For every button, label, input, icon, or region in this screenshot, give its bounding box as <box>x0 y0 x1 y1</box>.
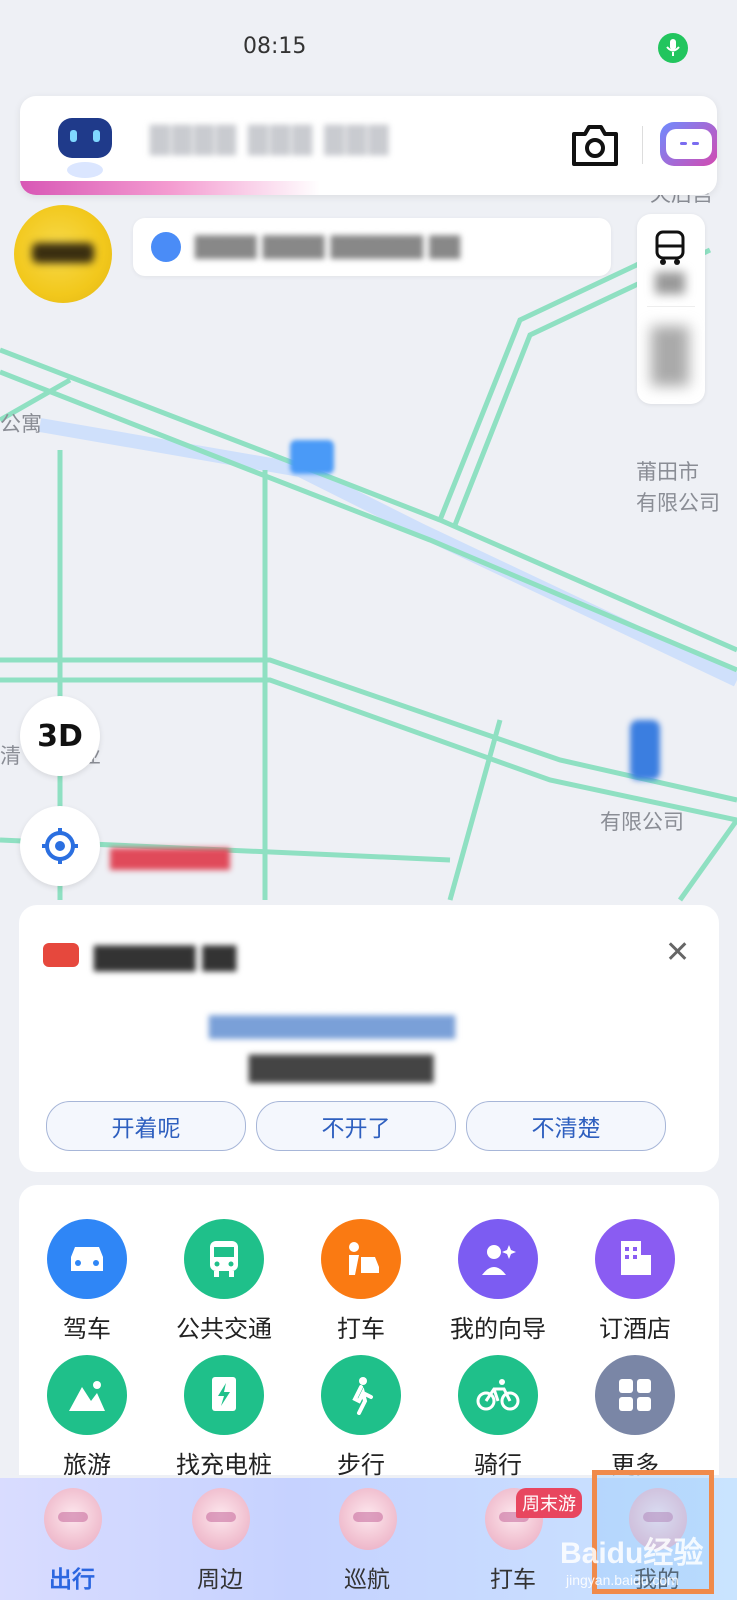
feature-label: 我的向导 <box>450 1315 546 1343</box>
tab-travel[interactable]: 出行 <box>12 1478 132 1600</box>
map-side-tools <box>637 214 705 404</box>
locate-icon <box>42 828 78 864</box>
tab-label: 出行 <box>49 1567 95 1593</box>
search-divider <box>642 126 643 164</box>
watermark-logo: Baidu经验 <box>560 1537 704 1570</box>
taxi-icon <box>321 1219 401 1299</box>
survey-title: ██████ ██ <box>43 947 237 972</box>
feature-label: 旅游 <box>63 1451 111 1479</box>
location-pin-icon <box>151 232 181 262</box>
feature-label: 驾车 <box>63 1315 111 1343</box>
walk-icon <box>321 1355 401 1435</box>
map-label-qing: 清 <box>0 745 21 768</box>
feature-label: 骑行 <box>474 1451 522 1479</box>
side-tool-divider <box>647 306 695 307</box>
tab-character-icon <box>44 1488 102 1550</box>
location-notice[interactable]: ████ ████ ██████ ██ <box>133 218 611 276</box>
feature-label: 找充电桩 <box>176 1451 272 1479</box>
guide-icon <box>458 1219 538 1299</box>
feature-transit[interactable]: 公共交通 <box>164 1219 284 1344</box>
poi-marker-blue[interactable] <box>630 720 660 780</box>
assistant-robot-icon[interactable] <box>50 114 120 178</box>
feature-more[interactable]: 更多 <box>575 1355 695 1480</box>
survey-card: ██████ ██ ✕ ████████████████ ██████████ … <box>19 905 719 1172</box>
status-time: 08:15 <box>243 34 307 59</box>
microphone-icon <box>658 33 688 63</box>
more-icon <box>595 1355 675 1435</box>
feature-label: 订酒店 <box>599 1315 671 1343</box>
poi-marker[interactable] <box>290 440 334 474</box>
feature-travel[interactable]: 旅游 <box>27 1355 147 1480</box>
ai-assistant-icon[interactable] <box>660 122 717 166</box>
camera-icon[interactable] <box>570 122 620 168</box>
survey-question-line2: ██████████ <box>249 1055 434 1083</box>
locate-button[interactable] <box>20 806 100 886</box>
bus-layer-icon[interactable] <box>651 228 689 266</box>
poi-marker-red[interactable] <box>110 848 230 870</box>
weekend-badge: 周末游 <box>516 1488 582 1518</box>
feature-drive[interactable]: 驾车 <box>27 1219 147 1344</box>
feature-taxi[interactable]: 打车 <box>301 1219 421 1344</box>
map-label-company2: 有限公司 <box>600 811 684 834</box>
feature-charging[interactable]: 找充电桩 <box>164 1355 284 1480</box>
search-bar-gradient <box>20 181 320 195</box>
feature-label: 步行 <box>337 1451 385 1479</box>
charging-icon <box>184 1355 264 1435</box>
search-placeholder: ████ ███ ███ <box>150 126 391 156</box>
3d-toggle-button[interactable]: 3D <box>20 696 100 776</box>
status-bar: 08:15 <box>0 0 737 95</box>
user-avatar[interactable] <box>14 205 112 303</box>
tab-character-icon <box>339 1488 397 1550</box>
map-label-company: 有限公司 <box>636 492 720 515</box>
feature-cycling[interactable]: 骑行 <box>438 1355 558 1480</box>
tab-label: 巡航 <box>344 1567 390 1593</box>
watermark-url: jingyan.baidu.com <box>566 1572 679 1588</box>
feature-grid: 驾车 公共交通 打车 我的向导 订酒店 旅游 找充电桩 步行 骑行 更多 <box>19 1185 719 1479</box>
side-tool-button[interactable] <box>651 326 689 386</box>
map-label-apartment: 公寓 <box>0 413 42 436</box>
tab-nearby[interactable]: 周边 <box>160 1478 280 1600</box>
search-bar[interactable]: ████ ███ ███ <box>20 96 717 195</box>
feature-label: 打车 <box>337 1315 385 1343</box>
option-closed-button[interactable]: 不开了 <box>256 1101 456 1151</box>
feature-walk[interactable]: 步行 <box>301 1355 421 1480</box>
notice-text: ████ ████ ██████ ██ <box>195 235 461 259</box>
side-tool-label <box>655 272 685 294</box>
car-icon <box>47 1219 127 1299</box>
tab-cruise[interactable]: 巡航 <box>307 1478 427 1600</box>
map-label-putian: 莆田市 <box>636 461 699 484</box>
tab-label: 打车 <box>490 1567 536 1593</box>
tab-label: 周边 <box>197 1567 243 1593</box>
survey-question-line1: ████████████████ <box>209 1015 456 1039</box>
tab-character-icon <box>192 1488 250 1550</box>
feature-label: 公共交通 <box>176 1315 272 1343</box>
hotel-icon <box>595 1219 675 1299</box>
mountain-icon <box>47 1355 127 1435</box>
option-open-button[interactable]: 开着呢 <box>46 1101 246 1151</box>
feature-guide[interactable]: 我的向导 <box>438 1219 558 1344</box>
bus-icon <box>184 1219 264 1299</box>
feature-hotel[interactable]: 订酒店 <box>575 1219 695 1344</box>
option-unsure-button[interactable]: 不清楚 <box>466 1101 666 1151</box>
close-icon[interactable]: ✕ <box>665 935 690 970</box>
bike-icon <box>458 1355 538 1435</box>
